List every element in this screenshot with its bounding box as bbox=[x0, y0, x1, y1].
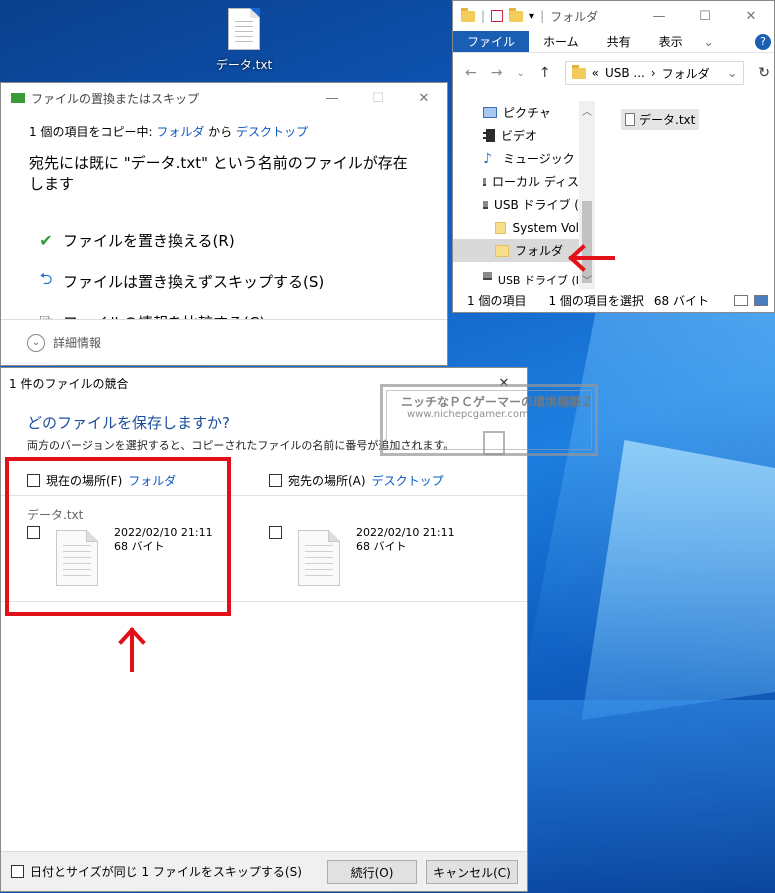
highlight-box bbox=[5, 457, 231, 616]
nav-item-usb-drive[interactable]: USB ドライブ ( bbox=[453, 193, 579, 216]
conflict-title: 1 件のファイルの競合 bbox=[9, 376, 129, 391]
replace-file-option[interactable]: ✔ ファイルを置き換える(R) bbox=[29, 220, 419, 261]
tab-file[interactable]: ファイル bbox=[453, 31, 530, 52]
explorer-titlebar[interactable]: | ▾ | フォルダ — ☐ ✕ bbox=[453, 1, 774, 31]
skip-icon: ⮌ bbox=[39, 269, 53, 288]
minimize-icon[interactable]: — bbox=[309, 83, 355, 113]
video-icon bbox=[483, 129, 495, 142]
status-count: 1 個の項目 bbox=[467, 293, 527, 308]
checkmark-icon: ✔ bbox=[39, 231, 53, 250]
back-icon[interactable]: ← bbox=[465, 65, 477, 81]
source-link[interactable]: フォルダ bbox=[156, 125, 204, 139]
address-bar[interactable]: « USB ... › フォルダ ⌄ bbox=[564, 61, 745, 85]
address-segment-folder[interactable]: フォルダ bbox=[662, 65, 710, 82]
continue-button[interactable]: 続行(O) bbox=[327, 860, 417, 884]
address-dropdown-icon[interactable]: ⌄ bbox=[727, 66, 743, 80]
text-file-icon bbox=[625, 113, 635, 126]
close-icon[interactable]: ✕ bbox=[401, 83, 447, 113]
destination-file-cell[interactable]: 2022/02/10 21:11 68 バイト bbox=[269, 526, 455, 586]
arrow-up-icon bbox=[118, 627, 146, 672]
minimize-icon[interactable]: — bbox=[636, 1, 682, 31]
details-toggle[interactable]: ⌄ 詳細情報 bbox=[1, 319, 447, 365]
skip-same-files-option[interactable]: 日付とサイズが同じ 1 ファイルをスキップする(S) bbox=[11, 863, 302, 880]
destination-file-size: 68 バイト bbox=[356, 540, 407, 553]
nav-item-music[interactable]: ♪ ミュージック bbox=[453, 147, 579, 170]
properties-icon[interactable] bbox=[491, 10, 504, 22]
file-item[interactable]: データ.txt bbox=[621, 109, 700, 130]
replace-title: ファイルの置換またはスキップ bbox=[31, 91, 200, 106]
watermark-url: www.nichepcgamer.com bbox=[407, 409, 529, 420]
destination-link[interactable]: デスクトップ bbox=[236, 125, 308, 139]
nav-item-folder[interactable]: フォルダ bbox=[453, 239, 579, 262]
scroll-up-icon[interactable]: ︿ bbox=[579, 103, 595, 118]
details-view-icon[interactable] bbox=[734, 294, 748, 306]
pictures-icon bbox=[483, 107, 497, 118]
desktop-file-label: データ.txt bbox=[215, 58, 273, 72]
forward-icon[interactable]: → bbox=[491, 65, 503, 81]
desktop-file-icon[interactable]: データ.txt bbox=[214, 8, 274, 73]
folder-icon bbox=[571, 64, 586, 79]
conflict-heading: 宛先には既に "データ.txt" という名前のファイルが存在します bbox=[29, 154, 408, 193]
maximize-icon[interactable]: ☐ bbox=[682, 1, 728, 31]
help-button[interactable]: ? bbox=[752, 31, 774, 52]
folder-icon bbox=[461, 7, 475, 22]
ribbon-expand-icon[interactable]: ⌄ bbox=[697, 31, 721, 52]
quick-access-dropdown-icon[interactable]: ▾ bbox=[529, 11, 534, 22]
destination-all-checkbox[interactable] bbox=[269, 474, 282, 487]
folder-icon bbox=[495, 221, 507, 234]
folder-icon bbox=[495, 244, 509, 257]
explorer-title: フォルダ bbox=[550, 9, 599, 24]
text-file-icon bbox=[228, 8, 260, 50]
usb-drive-icon bbox=[483, 200, 489, 209]
status-size: 68 バイト bbox=[653, 293, 709, 308]
copy-icon bbox=[11, 93, 25, 103]
wallpaper-floor bbox=[520, 700, 775, 893]
tab-home[interactable]: ホーム bbox=[529, 31, 593, 52]
cancel-button[interactable]: キャンセル(C) bbox=[426, 860, 518, 884]
chevron-down-icon: ⌄ bbox=[27, 333, 45, 352]
tab-share[interactable]: 共有 bbox=[593, 31, 645, 52]
replace-skip-dialog[interactable]: ファイルの置換またはスキップ — ☐ ✕ 1 個の項目をコピー中: フォルダ か… bbox=[0, 82, 448, 366]
select-all-destination[interactable]: 宛先の場所(A) デスクトップ bbox=[269, 472, 444, 489]
ribbon: ファイル ホーム 共有 表示 ⌄ ? bbox=[453, 31, 774, 53]
scroll-down-icon[interactable]: ﹀ bbox=[579, 272, 595, 287]
status-bar: 1 個の項目 1 個の項目を選択 68 バイト bbox=[453, 288, 774, 312]
navigation-pane[interactable]: ピクチャ ビデオ ♪ ミュージック ローカル ディス USB ドライブ ( Sys… bbox=[453, 101, 579, 289]
watermark-title: ニッチなＰＣゲーマーの環境構築Ｚ bbox=[401, 395, 594, 409]
nav-item-system-volume[interactable]: System Vol bbox=[453, 216, 579, 239]
usb-drive-icon bbox=[483, 272, 492, 280]
maximize-icon[interactable]: ☐ bbox=[355, 83, 401, 113]
tab-view[interactable]: 表示 bbox=[645, 31, 697, 52]
large-icons-view-icon[interactable] bbox=[754, 294, 768, 306]
help-icon: ? bbox=[755, 33, 771, 50]
new-folder-icon[interactable] bbox=[509, 7, 524, 22]
skip-file-option[interactable]: ⮌ ファイルは置き換えずスキップする(S) bbox=[29, 261, 419, 302]
skip-same-checkbox[interactable] bbox=[11, 865, 24, 878]
recent-dropdown-icon[interactable]: ⌄ bbox=[516, 68, 524, 79]
up-icon[interactable]: ↑ bbox=[539, 65, 551, 81]
nav-item-local-disk[interactable]: ローカル ディス bbox=[453, 170, 579, 193]
refresh-icon[interactable]: ↻ bbox=[758, 65, 774, 81]
drive-icon bbox=[483, 177, 487, 186]
music-icon: ♪ bbox=[483, 150, 492, 167]
address-bar-row: ← → ⌄ ↑ « USB ... › フォルダ ⌄ ↻ bbox=[453, 53, 774, 93]
copy-progress-text: 1 個の項目をコピー中: フォルダ から デスクトップ bbox=[29, 125, 309, 139]
text-file-icon bbox=[298, 530, 340, 586]
close-icon[interactable]: ✕ bbox=[728, 1, 774, 31]
nav-item-usb-drive-2[interactable]: USB ドライブ (I bbox=[453, 272, 579, 286]
arrow-left-icon bbox=[568, 244, 615, 272]
pc-tower-icon bbox=[483, 431, 505, 455]
site-watermark: ニッチなＰＣゲーマーの環境構築Ｚ www.nichepcgamer.com bbox=[380, 384, 598, 456]
status-selected: 1 個の項目を選択 bbox=[548, 293, 644, 308]
conflict-footer: 日付とサイズが同じ 1 ファイルをスキップする(S) 続行(O) キャンセル(C… bbox=[1, 851, 527, 891]
nav-item-pictures[interactable]: ピクチャ bbox=[453, 101, 579, 124]
replace-titlebar[interactable]: ファイルの置換またはスキップ — ☐ ✕ bbox=[1, 83, 447, 113]
destination-file-date: 2022/02/10 21:11 bbox=[356, 526, 455, 539]
nav-item-videos[interactable]: ビデオ bbox=[453, 124, 579, 147]
destination-file-checkbox[interactable] bbox=[269, 526, 282, 539]
address-segment-usb[interactable]: USB ... bbox=[605, 66, 645, 80]
file-list[interactable]: データ.txt bbox=[595, 101, 774, 289]
destination-folder-link[interactable]: デスクトップ bbox=[372, 472, 444, 489]
